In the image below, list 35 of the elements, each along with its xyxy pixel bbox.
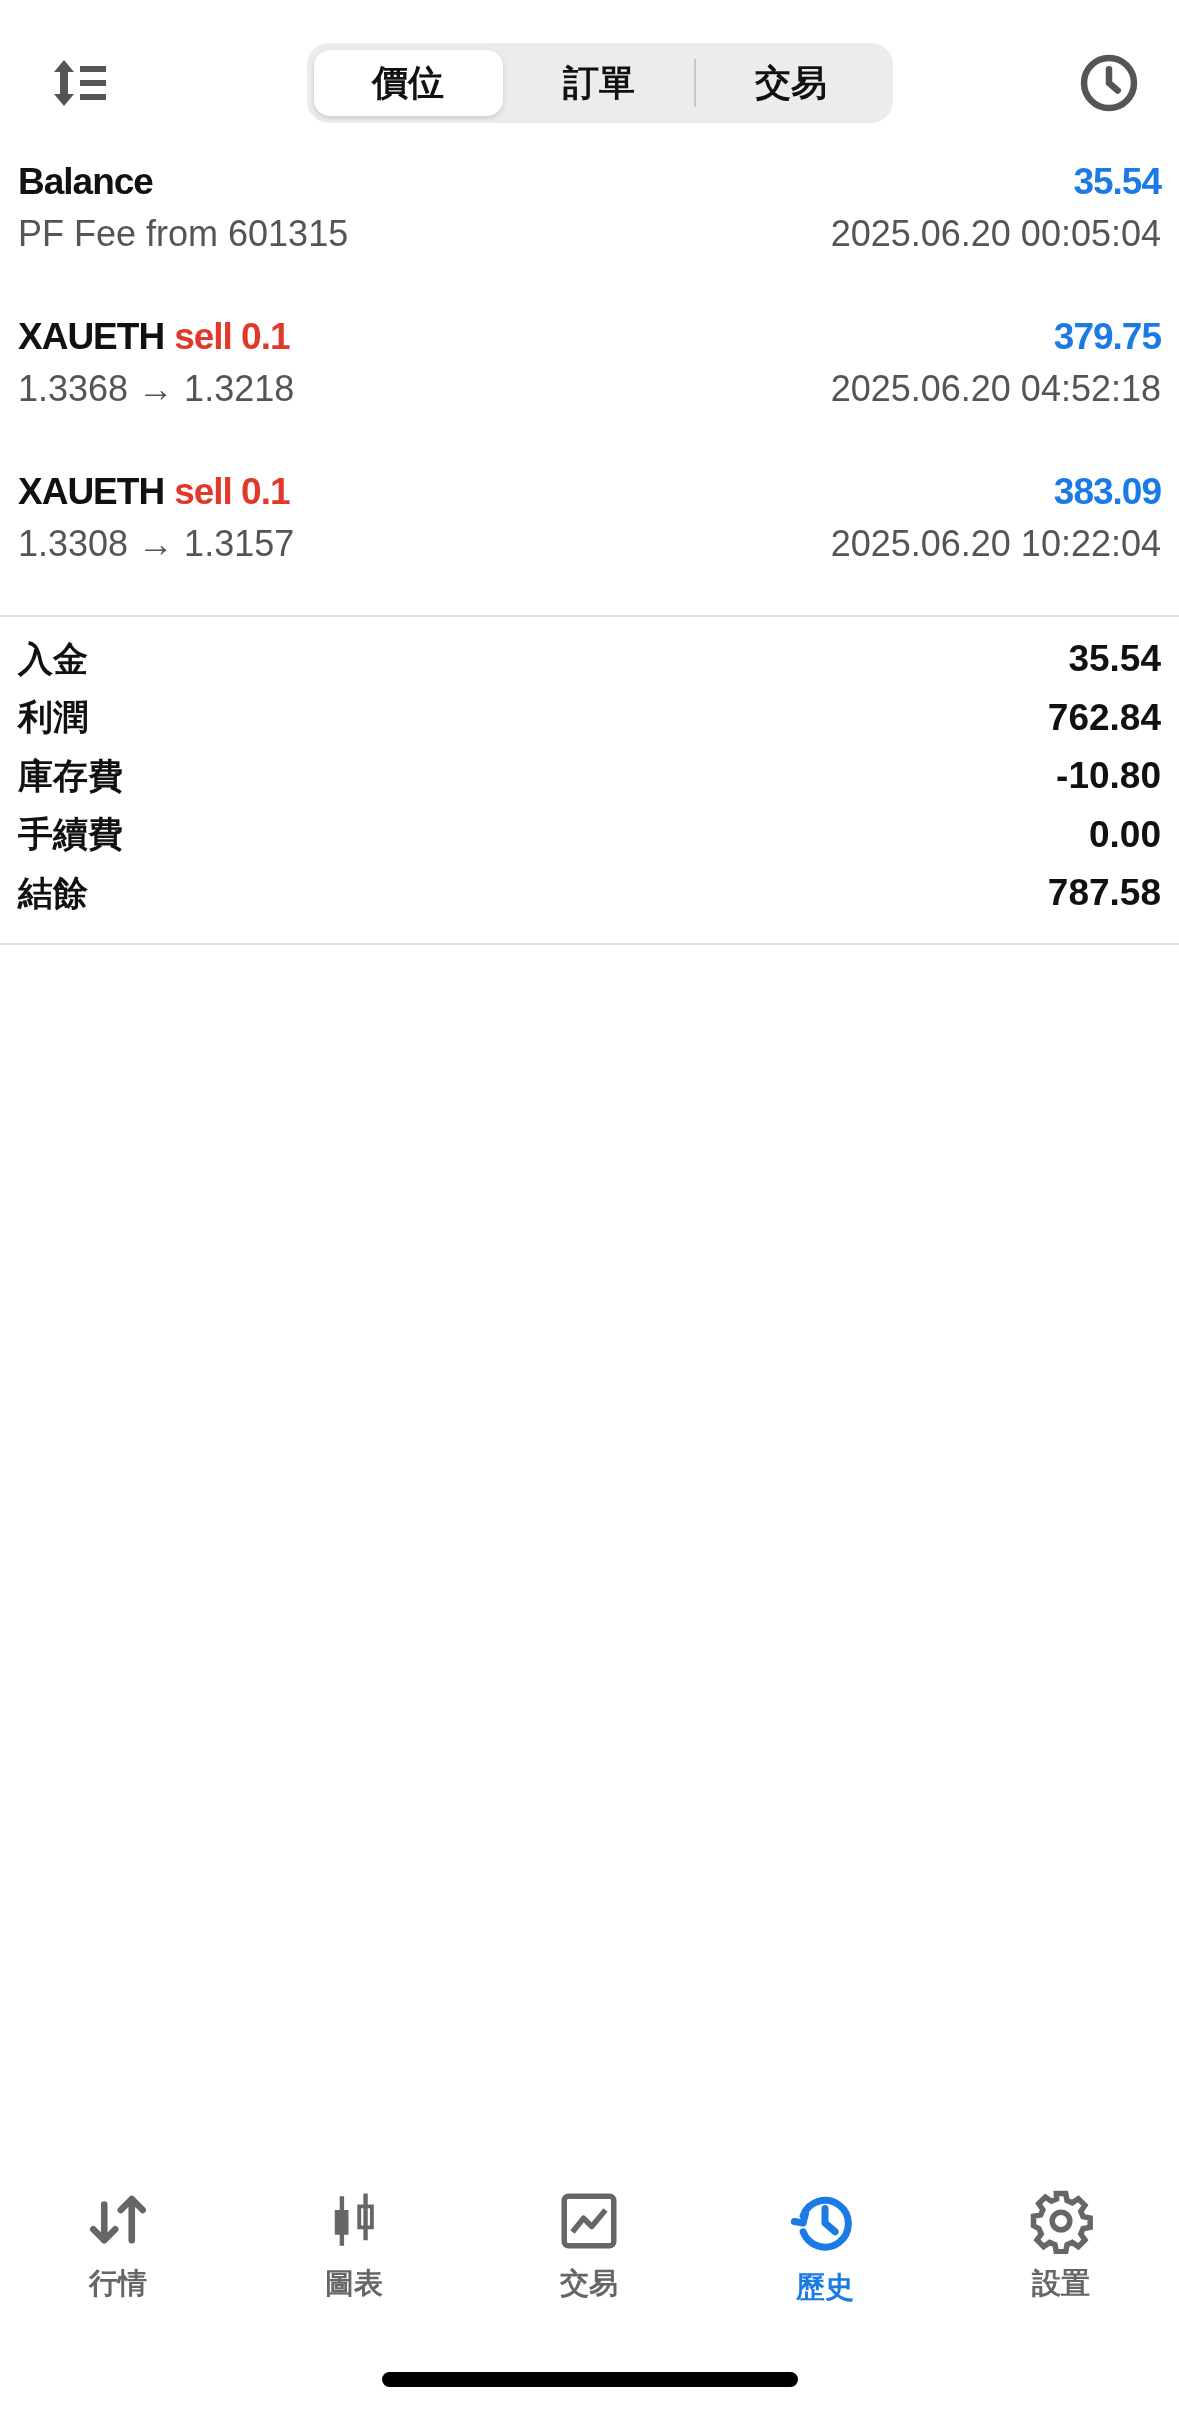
deal-amount: 35.54 [1073, 160, 1161, 203]
deal-time: 2025.06.20 10:22:04 [830, 522, 1161, 565]
segment-tab[interactable]: 交易 [696, 50, 886, 116]
order-type: sell 0.1 [174, 470, 290, 512]
summary-value: -10.80 [1056, 755, 1161, 798]
nav-tab[interactable]: 行情 [37, 2188, 198, 2308]
summary-label: 利潤 [18, 696, 88, 740]
summary-value: 787.58 [1047, 872, 1161, 915]
summary-value: 35.54 [1068, 638, 1161, 681]
deal-time: 2025.06.20 04:52:18 [830, 367, 1161, 410]
deal-detail: 1.3368 → 1.3218 [18, 367, 295, 410]
summary-label: 入金 [18, 637, 88, 681]
nav-tab[interactable]: 設置 [981, 2188, 1142, 2308]
deal-time: 2025.06.20 00:05:04 [830, 212, 1161, 255]
nav-tab[interactable]: 交易 [509, 2188, 670, 2308]
segment-tab[interactable]: 訂單 [504, 50, 695, 116]
segment-tab[interactable]: 價位 [313, 50, 503, 116]
summary-label: 庫存費 [18, 754, 123, 798]
deal-title: Balance [18, 160, 153, 202]
deal-amount: 383.09 [1053, 470, 1161, 513]
summary-label: 結餘 [18, 871, 88, 915]
nav-tab[interactable]: 歷史 [745, 2188, 906, 2308]
deal-title: XAUETH [18, 470, 165, 512]
summary-label: 手續費 [18, 813, 123, 857]
settings-icon [1028, 2188, 1095, 2254]
deal-title: XAUETH [18, 315, 165, 357]
deal-amount: 379.75 [1053, 315, 1161, 358]
summary-value: 0.00 [1089, 813, 1161, 856]
deal-detail: 1.3308 → 1.3157 [18, 522, 295, 565]
summary-value: 762.84 [1047, 696, 1161, 739]
clock-icon[interactable] [1079, 53, 1139, 113]
sort-icon[interactable] [54, 60, 106, 106]
nav-tab[interactable]: 圖表 [273, 2188, 434, 2308]
order-type: sell 0.1 [174, 315, 290, 357]
deal-detail: PF Fee from 601315 [18, 212, 349, 255]
